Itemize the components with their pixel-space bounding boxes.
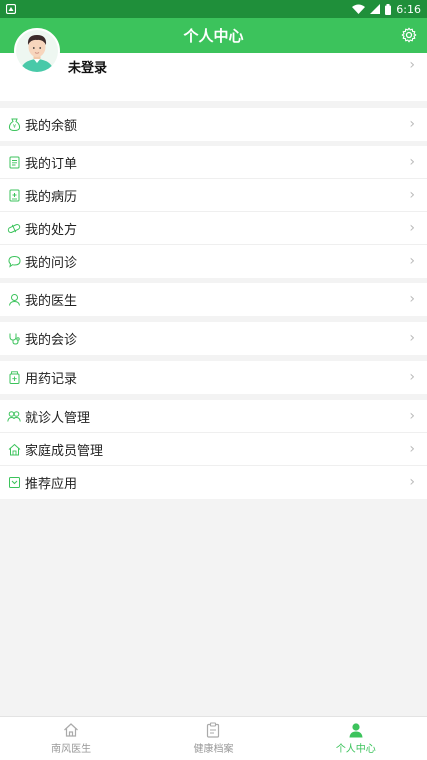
clipboard-icon <box>207 722 220 738</box>
menu-label: 我的问诊 <box>25 256 78 271</box>
wifi-icon <box>352 4 366 14</box>
tab-label: 个人中心 <box>335 744 376 755</box>
signal-icon <box>370 4 381 14</box>
chevron-right-icon: › <box>409 187 415 203</box>
person-icon <box>349 723 363 738</box>
menu-label: 我的处方 <box>25 222 78 238</box>
tab-label: 南风医生 <box>51 744 92 755</box>
tab-home[interactable]: 南风医生 <box>0 717 142 760</box>
stethoscope-icon <box>7 332 21 346</box>
chevron-right-icon: › <box>409 154 415 170</box>
share-box-icon <box>7 476 21 490</box>
home-icon <box>64 723 79 737</box>
menu-item-medication[interactable]: 用药记录 › <box>0 361 427 394</box>
menu-label: 我的病历 <box>25 189 78 205</box>
chevron-right-icon: › <box>409 330 415 346</box>
money-bag-icon: ¥ <box>7 118 21 132</box>
pill-icon <box>7 221 21 235</box>
menu-group-consultations: 我的会诊 › <box>0 322 427 355</box>
people-icon <box>7 409 21 423</box>
tab-health-records[interactable]: 健康档案 <box>142 717 284 760</box>
menu-label: 用药记录 <box>25 372 78 387</box>
order-list-icon <box>7 155 21 169</box>
menu-group-management: 就诊人管理 › 家庭成员管理 › 推荐应用 › <box>0 400 427 499</box>
menu-item-balance[interactable]: ¥ 我的余额 › <box>0 108 427 141</box>
svg-text:¥: ¥ <box>12 124 15 130</box>
doctor-icon <box>7 293 21 307</box>
login-label[interactable]: 未登录 <box>68 57 107 76</box>
tab-profile[interactable]: 个人中心 <box>285 717 427 760</box>
notification-icon <box>6 4 16 14</box>
menu-item-prescriptions[interactable]: 我的处方 › <box>0 212 427 245</box>
menu-label: 我的会诊 <box>25 333 78 348</box>
page-title: 个人中心 <box>183 27 244 45</box>
menu-group-records: 我的订单 › 我的病历 › 我的处方 › 我的问诊 › <box>0 146 427 278</box>
status-left <box>6 4 16 14</box>
medicine-bottle-icon <box>7 371 21 385</box>
app-header: 个人中心 <box>0 18 427 53</box>
menu-label: 家庭成员管理 <box>25 443 104 459</box>
menu-label: 我的余额 <box>25 119 78 134</box>
menu-label: 我的医生 <box>25 294 78 309</box>
status-bar: 6:16 <box>0 0 427 18</box>
menu-group-balance: ¥ 我的余额 › <box>0 108 427 141</box>
menu-label: 就诊人管理 <box>25 410 91 426</box>
chevron-right-icon: › <box>409 116 415 132</box>
battery-icon <box>385 3 392 15</box>
menu-item-family[interactable]: 家庭成员管理 › <box>0 433 427 466</box>
menu-item-doctors[interactable]: 我的医生 › <box>0 283 427 316</box>
gear-icon <box>401 27 417 43</box>
bottom-tab-bar: 南风医生 健康档案 个人中心 <box>0 716 427 760</box>
menu-item-consultations[interactable]: 我的会诊 › <box>0 322 427 355</box>
chevron-right-icon: › <box>409 441 415 457</box>
menu-label: 推荐应用 <box>25 477 78 492</box>
avatar[interactable] <box>14 28 60 74</box>
menu-item-consults[interactable]: 我的问诊 › <box>0 245 427 278</box>
chevron-right-icon: › <box>409 57 415 73</box>
settings-button[interactable] <box>399 25 419 45</box>
chevron-right-icon: › <box>409 369 415 385</box>
menu-item-orders[interactable]: 我的订单 › <box>0 146 427 179</box>
status-right: 6:16 <box>352 3 421 16</box>
chevron-right-icon: › <box>409 408 415 424</box>
menu-group-medication: 用药记录 › <box>0 361 427 394</box>
menu-item-medical-records[interactable]: 我的病历 › <box>0 179 427 212</box>
menu-item-recommend[interactable]: 推荐应用 › <box>0 466 427 499</box>
chevron-right-icon: › <box>409 291 415 307</box>
tab-label: 健康档案 <box>193 744 234 755</box>
medical-record-icon <box>7 188 21 202</box>
chevron-right-icon: › <box>409 253 415 269</box>
chevron-right-icon: › <box>409 474 415 490</box>
chevron-right-icon: › <box>409 220 415 236</box>
profile-card[interactable]: 未登录 › <box>0 28 427 101</box>
chat-bubble-icon <box>7 255 21 269</box>
avatar-image <box>16 30 58 72</box>
menu-item-patients[interactable]: 就诊人管理 › <box>0 400 427 433</box>
menu-label: 我的订单 <box>25 156 78 172</box>
house-icon <box>7 442 21 456</box>
menu-group-doctors: 我的医生 › <box>0 283 427 316</box>
status-time: 6:16 <box>396 2 421 16</box>
